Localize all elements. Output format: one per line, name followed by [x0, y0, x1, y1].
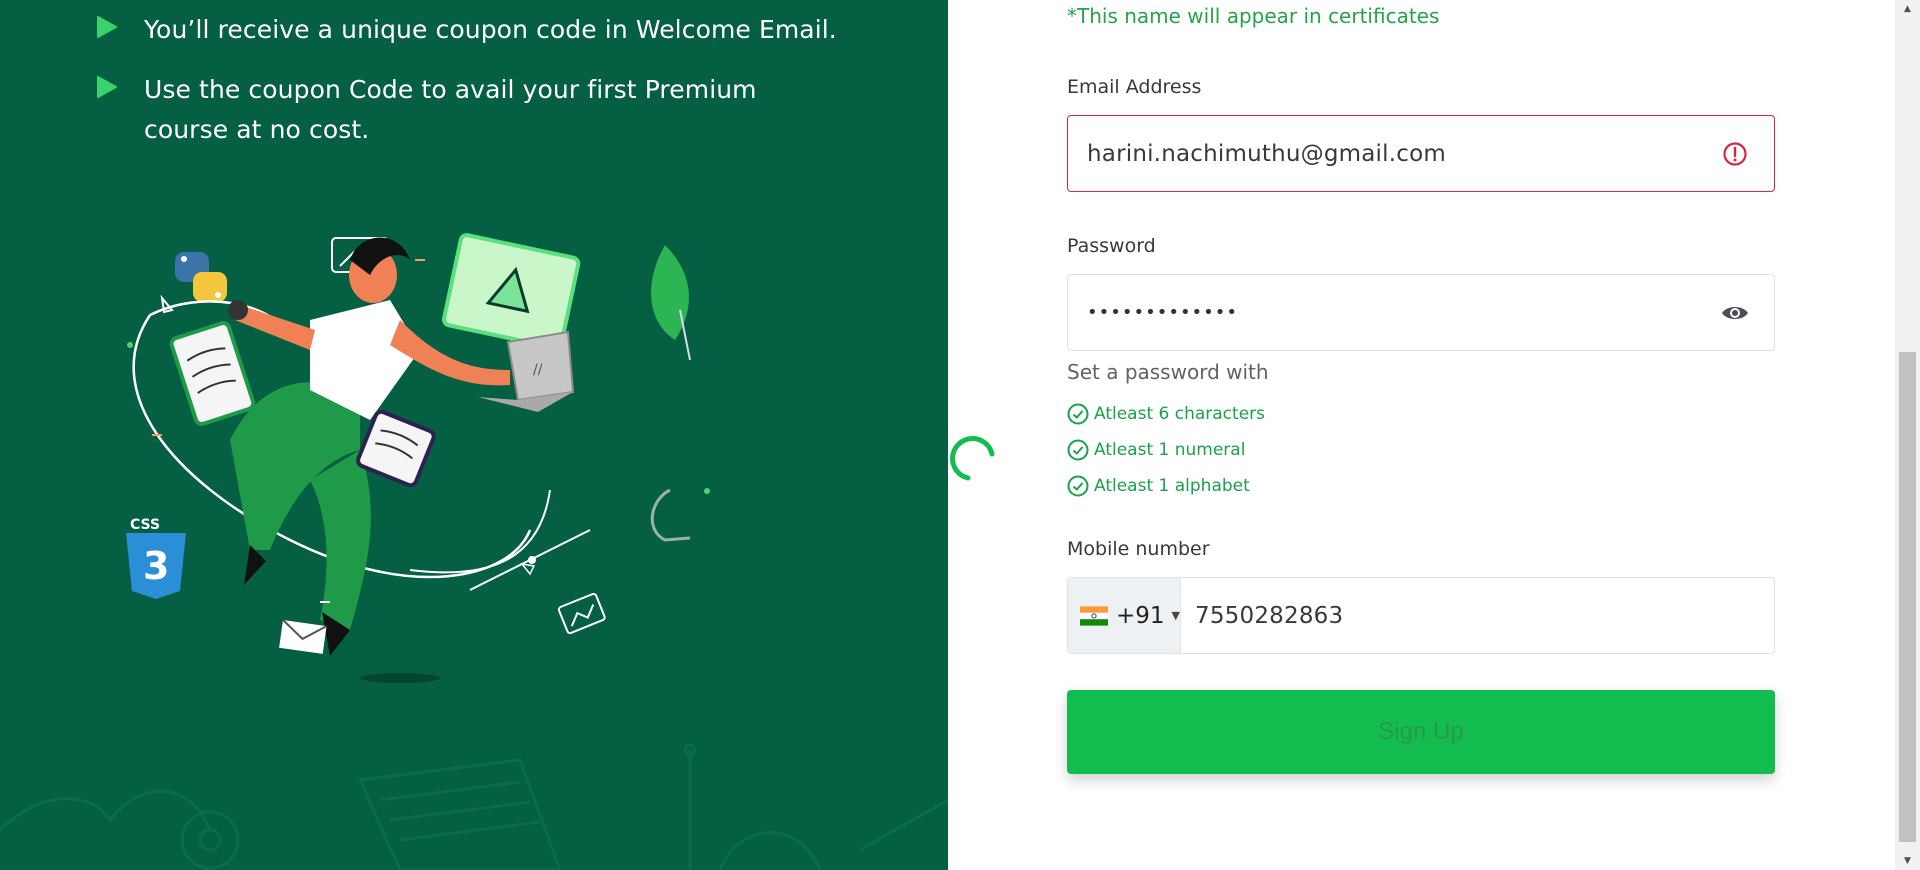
envelope-icon — [279, 619, 328, 654]
spinner-icon — [950, 436, 995, 481]
password-help-title: Set a password with — [1067, 360, 1269, 384]
signup-button-label: Sign Up — [1378, 718, 1464, 745]
country-code: +91 — [1115, 602, 1165, 629]
page-scrollbar[interactable]: ▲ ▼ — [1895, 0, 1920, 870]
paper-sheet-icon — [169, 321, 256, 427]
password-rule: Atleast 1 alphabet — [1067, 468, 1269, 504]
python-logo-icon — [175, 252, 227, 302]
password-rule-text: Atleast 1 alphabet — [1094, 476, 1250, 496]
css3-logo-icon: CSS 3 — [126, 517, 186, 599]
caret-down-icon: ▼ — [1171, 609, 1180, 622]
paper-sheet-icon — [356, 409, 436, 488]
password-rule-text: Atleast 6 characters — [1094, 404, 1266, 424]
check-circle-icon — [1067, 439, 1089, 461]
country-code-selector[interactable]: +91 ▼ — [1068, 578, 1181, 653]
check-circle-icon — [1067, 403, 1089, 425]
photo-card-icon — [557, 592, 606, 635]
signup-button[interactable]: Sign Up — [1067, 690, 1775, 774]
mobile-value[interactable]: 7550282863 — [1181, 603, 1774, 629]
password-rule: Atleast 6 characters — [1067, 396, 1269, 432]
background-doodle — [0, 743, 948, 870]
benefit-text: You’ll receive a unique coupon code in W… — [144, 15, 837, 44]
email-label: Email Address — [1067, 76, 1202, 98]
eye-icon[interactable] — [1720, 298, 1750, 328]
mobile-field[interactable]: +91 ▼ 7550282863 — [1067, 577, 1775, 654]
svg-text://: // — [533, 362, 543, 378]
name-hint-text: *This name will appear in certificates — [1067, 4, 1440, 28]
svg-text:CSS: CSS — [130, 517, 160, 533]
scroll-up-arrow-icon[interactable]: ▲ — [1895, 0, 1920, 18]
scrollbar-thumb[interactable] — [1899, 352, 1916, 842]
play-triangle-icon — [97, 76, 117, 98]
password-requirements: Set a password with Atleast 6 characters… — [1067, 360, 1269, 504]
triangle-card-icon — [441, 233, 581, 350]
mobile-label: Mobile number — [1067, 538, 1210, 560]
password-field[interactable]: ••••••••••••• — [1067, 274, 1775, 351]
check-circle-icon — [1067, 475, 1089, 497]
alert-circle-icon — [1720, 139, 1750, 169]
india-flag-icon — [1080, 605, 1108, 626]
play-triangle-icon — [97, 16, 117, 38]
password-value[interactable]: ••••••••••••• — [1068, 302, 1720, 323]
promo-panel: You’ll receive a unique coupon code in W… — [0, 0, 948, 870]
scroll-down-arrow-icon[interactable]: ▼ — [1895, 852, 1920, 870]
email-field[interactable]: harini.nachimuthu@gmail.com — [1067, 115, 1775, 192]
svg-text:3: 3 — [143, 544, 169, 588]
benefit-item: Use the coupon Code to avail your first … — [96, 70, 856, 150]
email-value[interactable]: harini.nachimuthu@gmail.com — [1068, 141, 1720, 167]
password-rule-text: Atleast 1 numeral — [1094, 440, 1246, 460]
coder-illustration: // CSS 3 — [126, 233, 710, 683]
password-label: Password — [1067, 235, 1156, 257]
password-rule: Atleast 1 numeral — [1067, 432, 1269, 468]
benefit-item: You’ll receive a unique coupon code in W… — [96, 10, 856, 50]
benefits-list: You’ll receive a unique coupon code in W… — [96, 10, 856, 170]
benefit-text: Use the coupon Code to avail your first … — [144, 75, 757, 144]
